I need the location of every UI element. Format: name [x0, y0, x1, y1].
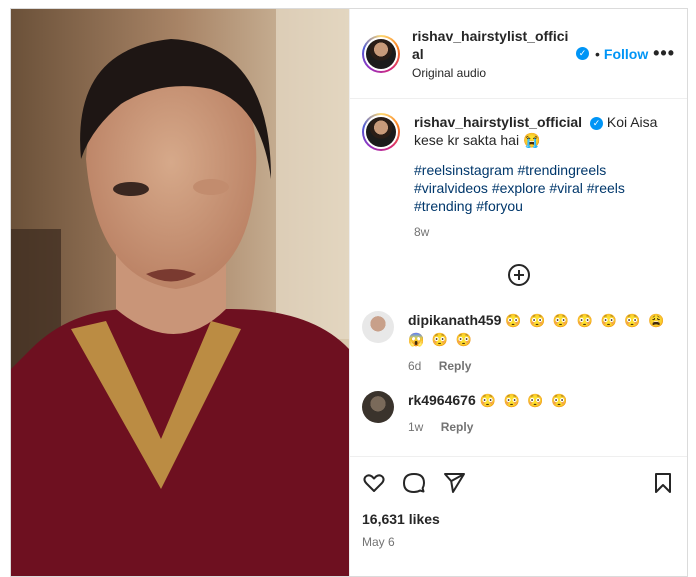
load-more-comments-icon[interactable]: [507, 263, 531, 287]
share-icon[interactable]: [442, 471, 466, 495]
comment-time: 1w: [408, 420, 424, 434]
comment-body: dipikanath459 😳 😳 😳 😳 😳 😳 😩 😱 😳 😳 6d Rep…: [408, 311, 675, 375]
caption-time: 8w: [414, 225, 430, 239]
caption-avatar[interactable]: [362, 113, 400, 151]
commenter-avatar[interactable]: [362, 311, 394, 343]
video-frame: [11, 9, 349, 576]
post-modal: rishav_hairstylist_official Original aud…: [10, 8, 688, 577]
reply-button[interactable]: Reply: [441, 420, 474, 434]
post-date: May 6: [362, 535, 395, 549]
comment-icon[interactable]: [402, 471, 426, 495]
comment-username[interactable]: rk4964676: [408, 392, 476, 408]
comments-section: rishav_hairstylist_official ✓ Koi Aisa k…: [350, 99, 687, 456]
reply-button[interactable]: Reply: [439, 359, 472, 373]
follow-button[interactable]: Follow: [604, 46, 648, 62]
caption: rishav_hairstylist_official ✓ Koi Aisa k…: [362, 113, 675, 241]
comment-meta: 1w Reply: [408, 418, 675, 436]
verified-icon: ✓: [589, 116, 603, 130]
separator-dot: •: [595, 45, 600, 62]
comment-text: 😳 😳 😳 😳: [479, 393, 570, 408]
likes-count[interactable]: 16,631 likes: [362, 511, 675, 527]
author-avatar[interactable]: [362, 34, 400, 73]
comment-item: rk4964676 😳 😳 😳 😳 1w Reply: [362, 391, 675, 436]
commenter-avatar[interactable]: [362, 391, 394, 423]
author-username[interactable]: rishav_hairstylist_official: [412, 27, 572, 63]
comment-time: 6d: [408, 359, 422, 373]
verified-icon: ✓: [576, 47, 589, 60]
post-details: rishav_hairstylist_official Original aud…: [349, 9, 687, 576]
audio-label[interactable]: Original audio: [412, 65, 572, 81]
save-bookmark-icon[interactable]: [651, 471, 675, 495]
caption-hashtags[interactable]: #reelsinstagram #trendingreels #viralvid…: [414, 161, 675, 215]
reel-video[interactable]: [11, 9, 349, 576]
action-icons: [362, 457, 675, 509]
caption-body: rishav_hairstylist_official ✓ Koi Aisa k…: [414, 113, 675, 241]
comment-item: dipikanath459 😳 😳 😳 😳 😳 😳 😩 😱 😳 😳 6d Rep…: [362, 311, 675, 375]
like-heart-icon[interactable]: [362, 471, 386, 495]
post-header: rishav_hairstylist_official Original aud…: [350, 9, 687, 99]
comment-username[interactable]: dipikanath459: [408, 312, 501, 328]
caption-username[interactable]: rishav_hairstylist_official: [414, 114, 582, 130]
post-actions: 16,631 likes May 6: [350, 456, 687, 576]
author-info: rishav_hairstylist_official Original aud…: [412, 27, 572, 81]
more-options-icon[interactable]: •••: [653, 43, 675, 64]
comment-meta: 6d Reply: [408, 357, 675, 375]
comment-body: rk4964676 😳 😳 😳 😳 1w Reply: [408, 391, 675, 436]
